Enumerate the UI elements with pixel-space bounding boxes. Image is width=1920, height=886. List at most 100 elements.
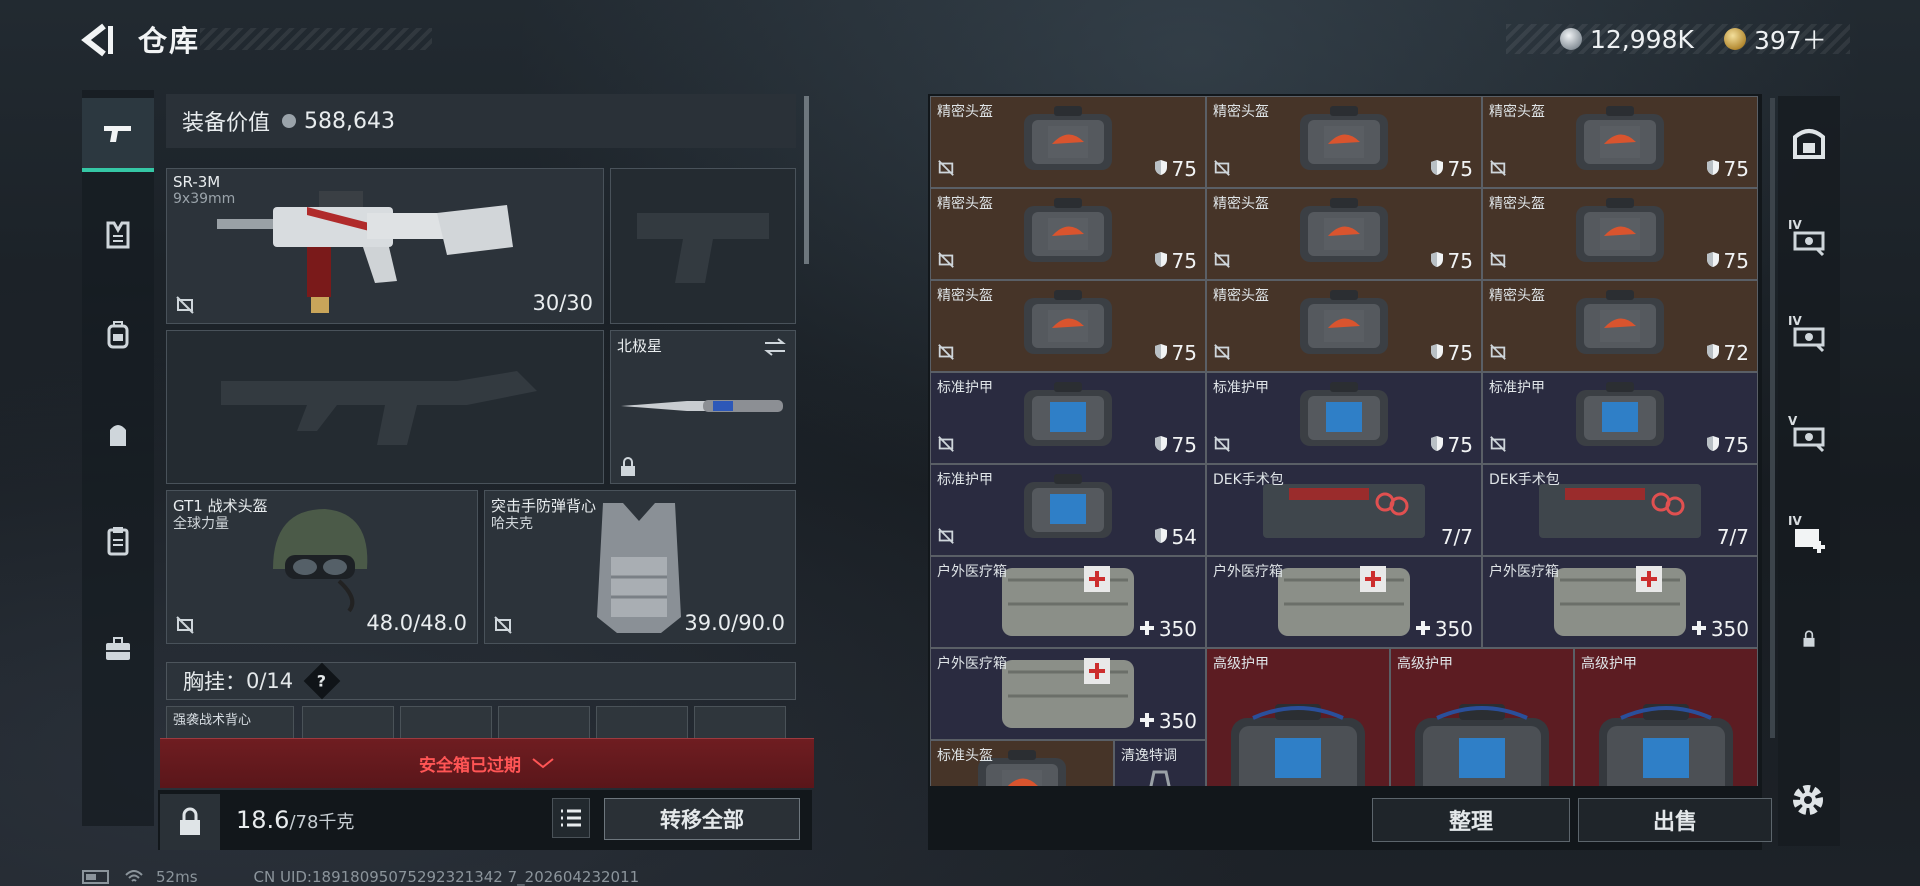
storage-item[interactable]: 标准护甲 54: [930, 464, 1206, 556]
storage-item[interactable]: 清逸特调: [1114, 740, 1206, 786]
armor-slot[interactable]: 突击手防弹背心 哈夫克 39.0/90.0: [484, 490, 796, 644]
vest-cell[interactable]: [400, 706, 492, 740]
sort-button[interactable]: 整理: [1372, 798, 1570, 842]
misc-item-image: [1140, 764, 1180, 786]
storage-item-name: 精密头盔: [937, 104, 993, 120]
primary-weapon-2-slot[interactable]: [166, 330, 604, 484]
sell-button[interactable]: 出售: [1578, 798, 1772, 842]
storage-item-name: 精密头盔: [1213, 104, 1269, 120]
storage-item-name: 精密头盔: [1489, 196, 1545, 212]
chest-rig-row[interactable]: 胸挂： 0/14 ?: [166, 662, 796, 700]
weight-max: /78千克: [289, 812, 355, 833]
storage-item[interactable]: 标准护甲 75: [1482, 372, 1758, 464]
no-insure-icon: [176, 296, 194, 314]
currency-silver[interactable]: 12,998K: [1560, 24, 1694, 54]
helmet-item-image: [1294, 196, 1394, 272]
storage-item[interactable]: 高级护甲: [1574, 648, 1758, 786]
chest-rig-capacity: 0/14: [246, 669, 294, 693]
storage-item-value: 350: [1139, 709, 1197, 733]
storage-item-value-text: 75: [1171, 249, 1197, 273]
storage-item-value-text: 75: [1171, 157, 1197, 181]
storage-item-value: 75: [1154, 341, 1197, 365]
vest-slot[interactable]: 强袭战术背心: [166, 706, 294, 740]
vest-cell[interactable]: [694, 706, 786, 740]
melee-slot[interactable]: 北极星: [610, 330, 796, 484]
storage-item[interactable]: 标准头盔: [930, 740, 1114, 786]
chevron-down-icon: [532, 757, 554, 768]
nav-vest[interactable]: [82, 198, 154, 272]
back-arrow-icon[interactable]: [78, 20, 118, 60]
adv-item-image: [1591, 698, 1741, 786]
vest-item-name: 强袭战术背心: [173, 713, 252, 728]
storage-item-name: 户外医疗箱: [937, 656, 1007, 672]
storage-item-name: 标准护甲: [1213, 380, 1269, 396]
storage-scrollbar[interactable]: [1770, 98, 1775, 738]
list-view-button[interactable]: [552, 798, 590, 838]
armor-sub: 哈夫克: [491, 516, 533, 532]
storage-item-value-text: 54: [1171, 525, 1197, 549]
shield-icon: [1154, 341, 1168, 365]
storage-tab-main[interactable]: [1778, 108, 1840, 178]
storage-item[interactable]: 精密头盔 75: [1482, 96, 1758, 188]
storage-item[interactable]: 精密头盔 75: [1206, 188, 1482, 280]
storage-item[interactable]: 精密头盔 75: [930, 188, 1206, 280]
storage-item[interactable]: 精密头盔 75: [930, 96, 1206, 188]
equipment-scrollbar[interactable]: [804, 96, 809, 264]
no-insure-icon: [937, 435, 955, 457]
storage-item[interactable]: 高级护甲: [1390, 648, 1574, 786]
storage-item[interactable]: 精密头盔 72: [1482, 280, 1758, 372]
lock-icon: [180, 807, 200, 835]
storage-item[interactable]: 精密头盔 75: [1206, 96, 1482, 188]
primary-weapon-slot[interactable]: SR-3M 9x39mm 30/30: [166, 168, 604, 324]
nav-backpack[interactable]: [82, 298, 154, 372]
knife-image: [621, 400, 783, 412]
storage-tab-add[interactable]: IV: [1778, 502, 1840, 572]
storage-item-value: 7/7: [1717, 525, 1749, 549]
storage-item[interactable]: 户外医疗箱 350: [930, 648, 1206, 740]
helmet-image: [273, 509, 368, 613]
helmet-slot[interactable]: GT1 战术头盔 全球力量 48.0/48.0: [166, 490, 478, 644]
weight-lock[interactable]: [160, 794, 220, 850]
storage-item-value: 75: [1430, 157, 1473, 181]
nav-pouch[interactable]: [82, 398, 154, 472]
settings-gear-icon[interactable]: [1788, 780, 1828, 820]
storage-item[interactable]: 精密头盔 75: [1206, 280, 1482, 372]
storage-item[interactable]: 标准护甲 75: [930, 372, 1206, 464]
helmet-item-image: [1570, 288, 1670, 364]
nav-weapons[interactable]: [82, 98, 154, 172]
helmet-item-image: [1294, 288, 1394, 364]
armor-item-image: [1570, 380, 1670, 456]
storage-tab-4[interactable]: V: [1778, 402, 1840, 472]
storage-item[interactable]: 户外医疗箱 350: [1482, 556, 1758, 648]
storage-item[interactable]: 精密头盔 75: [930, 280, 1206, 372]
storage-item-value: 75: [1430, 249, 1473, 273]
storage-item[interactable]: 户外医疗箱 350: [930, 556, 1206, 648]
title-decoration: [200, 28, 432, 50]
vest-cell[interactable]: [498, 706, 590, 740]
shield-icon: [1430, 433, 1444, 457]
storage-item[interactable]: 户外医疗箱 350: [1206, 556, 1482, 648]
help-icon[interactable]: ?: [303, 662, 341, 700]
storage-item[interactable]: 精密头盔 75: [1482, 188, 1758, 280]
transfer-all-button[interactable]: 转移全部: [604, 798, 800, 840]
storage-tab-3[interactable]: IV: [1778, 302, 1840, 372]
safe-box-expired-banner[interactable]: 安全箱已过期: [160, 738, 814, 788]
storage-item-value-text: 75: [1723, 157, 1749, 181]
nav-clipboard[interactable]: [82, 504, 154, 578]
storage-tab-2[interactable]: IV: [1778, 206, 1840, 276]
no-insure-icon: [1213, 435, 1231, 457]
nav-briefcase[interactable]: [82, 612, 154, 686]
storage-tab-locked[interactable]: [1778, 604, 1840, 674]
storage-item-value-text: 350: [1158, 617, 1197, 641]
storage-item[interactable]: DEK手术包 7/7: [1482, 464, 1758, 556]
storage-item-value: 350: [1139, 617, 1197, 641]
vest-cell[interactable]: [596, 706, 688, 740]
secondary-weapon-slot[interactable]: [610, 168, 796, 324]
storage-item[interactable]: 高级护甲: [1206, 648, 1390, 786]
storage-item[interactable]: 标准护甲 75: [1206, 372, 1482, 464]
vest-cell[interactable]: [302, 706, 394, 740]
currency-gold[interactable]: 397＋: [1724, 24, 1827, 55]
adv-item-image: [1223, 698, 1373, 786]
swap-icon[interactable]: [763, 337, 787, 357]
storage-item[interactable]: DEK手术包 7/7: [1206, 464, 1482, 556]
